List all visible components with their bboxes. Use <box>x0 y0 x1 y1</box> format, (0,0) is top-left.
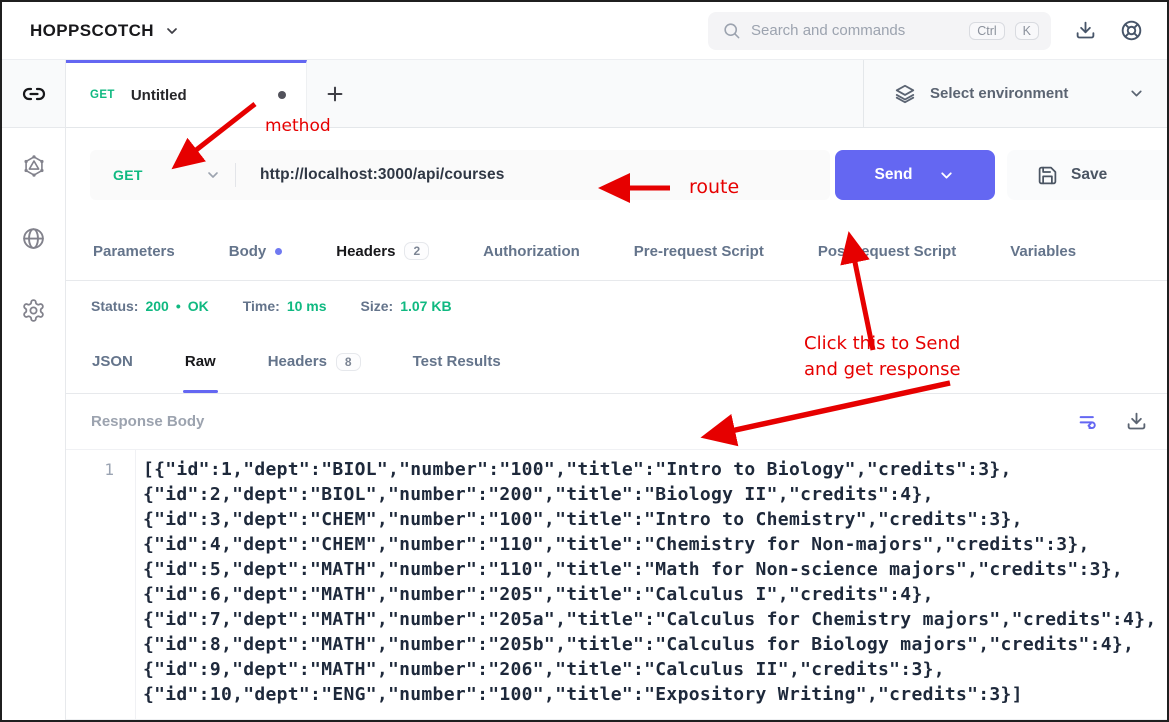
annotation-route-label: route <box>689 176 739 198</box>
annotation-method-label: method <box>265 116 331 136</box>
app-title: HOPPSCOTCH <box>30 21 154 41</box>
unsaved-dot <box>278 91 286 99</box>
workspace-switcher[interactable]: HOPPSCOTCH <box>30 21 180 41</box>
tab-authorization[interactable]: Authorization <box>456 222 607 280</box>
response-json-text: [{"id":1,"dept":"BIOL","number":"100","t… <box>136 450 1156 719</box>
topbar-actions: Search and commands Ctrl K <box>708 12 1143 50</box>
request-subtabs: Parameters Body Headers2 Authorization P… <box>66 222 1167 281</box>
tab-method-label: GET <box>90 89 115 101</box>
line-number-gutter: 1 <box>66 450 136 719</box>
json-line: {"id":6,"dept":"MATH","number":"205","ti… <box>143 582 1156 607</box>
size-value: 1.07 KB <box>400 298 451 314</box>
response-status-row: Status: 200 • OK Time: 10 ms Size: 1.07 … <box>66 281 1167 330</box>
tab-pre-request-script[interactable]: Pre-request Script <box>607 222 791 280</box>
tab-title: Untitled <box>131 87 187 104</box>
wrap-lines-icon[interactable] <box>1078 411 1099 432</box>
shortcut-k-key: K <box>1015 22 1039 40</box>
headers-count-badge: 2 <box>404 242 429 260</box>
response-tabs: JSON Raw Headers8 Test Results <box>66 330 1167 394</box>
response-headers-count-badge: 8 <box>336 353 361 371</box>
time-group: Time: 10 ms <box>243 298 327 314</box>
tab-response-headers[interactable]: Headers8 <box>242 330 387 393</box>
json-line: [{"id":1,"dept":"BIOL","number":"100","t… <box>143 457 1156 482</box>
method-value: GET <box>113 167 143 183</box>
save-label: Save <box>1071 166 1107 184</box>
json-line: {"id":10,"dept":"ENG","number":"100","ti… <box>143 682 1156 707</box>
url-input[interactable]: http://localhost:3000/api/courses <box>236 166 504 184</box>
sidebar-item-rest[interactable] <box>2 60 65 128</box>
main-panel: GET Untitled Select environment <box>66 60 1167 720</box>
tab-raw[interactable]: Raw <box>159 330 242 393</box>
app-window: HOPPSCOTCH Search and commands Ctrl K <box>0 0 1169 722</box>
send-label: Send <box>875 166 913 184</box>
sidebar-item-settings[interactable] <box>2 276 65 344</box>
environment-label: Select environment <box>930 85 1068 102</box>
response-body-editor[interactable]: 1 [{"id":1,"dept":"BIOL","number":"100",… <box>66 450 1167 720</box>
chevron-down-icon <box>164 23 180 39</box>
tab-parameters[interactable]: Parameters <box>66 222 202 280</box>
download-response-icon[interactable] <box>1126 411 1147 432</box>
annotation-send-note-line1: Click this to Send <box>804 331 961 357</box>
search-icon <box>722 21 741 40</box>
link-icon <box>22 82 46 106</box>
shortcut-ctrl-key: Ctrl <box>969 22 1004 40</box>
json-line: {"id":7,"dept":"MATH","number":"205a","t… <box>143 607 1156 632</box>
status-separator: • <box>176 298 181 314</box>
send-button[interactable]: Send <box>835 150 995 200</box>
sidebar-item-graphql[interactable] <box>2 132 65 200</box>
json-line: {"id":3,"dept":"CHEM","number":"100","ti… <box>143 507 1156 532</box>
tab-body[interactable]: Body <box>202 222 310 280</box>
globe-icon <box>21 226 46 251</box>
search-placeholder: Search and commands <box>751 22 905 39</box>
time-value: 10 ms <box>287 298 327 314</box>
response-body-label: Response Body <box>91 413 204 430</box>
annotation-send-note: Click this to Send and get response <box>804 331 961 383</box>
save-icon <box>1037 165 1058 186</box>
layers-icon <box>894 83 916 105</box>
search-input[interactable]: Search and commands Ctrl K <box>708 12 1051 50</box>
json-line: {"id":5,"dept":"MATH","number":"110","ti… <box>143 557 1156 582</box>
topbar: HOPPSCOTCH Search and commands Ctrl K <box>2 2 1167 60</box>
environment-selector[interactable]: Select environment <box>863 60 1167 127</box>
save-button[interactable]: Save <box>1007 150 1167 200</box>
size-group: Size: 1.07 KB <box>361 298 452 314</box>
tab-test-results[interactable]: Test Results <box>387 330 527 393</box>
request-tab-bar: GET Untitled Select environment <box>66 60 1167 128</box>
status-text: OK <box>188 298 209 314</box>
tab-json[interactable]: JSON <box>66 330 159 393</box>
tab-post-request-script[interactable]: Post-request Script <box>791 222 983 280</box>
request-bar: GET http://localhost:3000/api/courses Se… <box>66 128 1167 222</box>
plus-icon <box>324 83 346 105</box>
modified-dot <box>275 248 282 255</box>
json-line: {"id":4,"dept":"CHEM","number":"110","ti… <box>143 532 1156 557</box>
json-line: {"id":2,"dept":"BIOL","number":"200","ti… <box>143 482 1156 507</box>
download-app-icon[interactable] <box>1075 20 1096 41</box>
sidebar-item-realtime[interactable] <box>2 204 65 272</box>
response-toolbar <box>1078 394 1167 449</box>
chevron-down-icon <box>205 167 221 183</box>
support-icon[interactable] <box>1120 19 1143 42</box>
method-dropdown[interactable]: GET <box>90 167 235 183</box>
json-line: {"id":9,"dept":"MATH","number":"206","ti… <box>143 657 1156 682</box>
json-line: {"id":8,"dept":"MATH","number":"205b","t… <box>143 632 1156 657</box>
tab-headers[interactable]: Headers2 <box>309 222 456 280</box>
response-body-header: Response Body <box>66 394 1167 450</box>
gear-icon <box>21 298 46 323</box>
chevron-down-icon <box>1128 85 1145 102</box>
sidebar <box>2 60 66 720</box>
chevron-down-icon[interactable] <box>938 167 955 184</box>
annotation-send-note-line2: and get response <box>804 357 961 383</box>
graphql-icon <box>21 153 47 179</box>
status-code: 200 <box>145 298 168 314</box>
status-group: Status: 200 • OK <box>91 298 209 314</box>
line-number: 1 <box>66 457 114 482</box>
tab-variables[interactable]: Variables <box>983 222 1103 280</box>
